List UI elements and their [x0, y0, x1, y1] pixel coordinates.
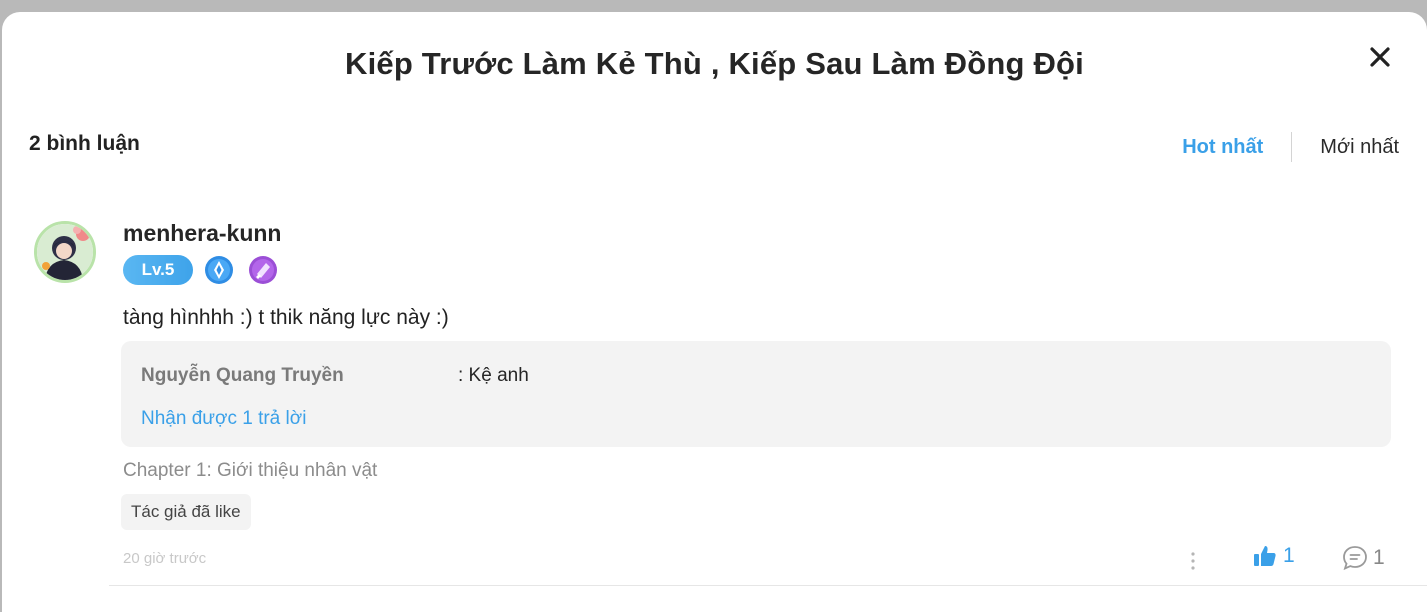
reply-button[interactable]: 1	[1341, 544, 1385, 572]
more-vertical-icon	[1191, 552, 1195, 570]
level-badge: Lv.5	[123, 255, 193, 285]
avatar[interactable]	[34, 221, 96, 283]
like-button[interactable]: 1	[1253, 544, 1295, 568]
author-liked-badge: Tác giả đã like	[121, 494, 251, 530]
modal-title: Kiếp Trước Làm Kẻ Thù , Kiếp Sau Làm Đồn…	[344, 46, 1084, 81]
chapter-link[interactable]: Chapter 1: Giới thiệu nhân vật	[123, 460, 377, 482]
sort-hot-tab[interactable]: Hot nhất	[1182, 136, 1263, 159]
view-replies-link[interactable]: Nhận được 1 trả lời	[141, 408, 306, 430]
sort-divider	[1291, 132, 1293, 162]
comment-text: tàng hìnhhh :) t thik năng lực này :)	[123, 306, 449, 329]
purple-badge-icon	[248, 255, 278, 285]
reply-author[interactable]: Nguyễn Quang Truyền	[141, 365, 344, 387]
comment-divider	[109, 585, 1427, 586]
reply-text: : Kệ anh	[458, 365, 529, 386]
username[interactable]: menhera-kunn	[123, 220, 281, 247]
comments-modal: Kiếp Trước Làm Kẻ Thù , Kiếp Sau Làm Đồn…	[2, 12, 1427, 612]
sort-newest-tab[interactable]: Mới nhất	[1320, 136, 1399, 159]
close-icon	[1370, 47, 1390, 67]
thumbs-up-icon	[1254, 546, 1276, 566]
verified-badge-icon	[204, 255, 234, 285]
comment-icon	[1343, 546, 1367, 571]
comment-count: 2 bình luận	[29, 132, 140, 155]
more-options-button[interactable]	[1186, 548, 1200, 574]
comment-timestamp: 20 giờ trước	[123, 550, 207, 567]
reply-count: 1	[1373, 546, 1385, 569]
avatar-image	[37, 224, 93, 280]
close-button[interactable]	[1365, 42, 1395, 72]
reply-preview[interactable]: Nguyễn Quang Truyền : Kệ anh Nhận được 1…	[121, 341, 1391, 447]
sort-tabs: Hot nhất Mới nhất	[1182, 132, 1399, 162]
like-count: 1	[1283, 544, 1295, 567]
